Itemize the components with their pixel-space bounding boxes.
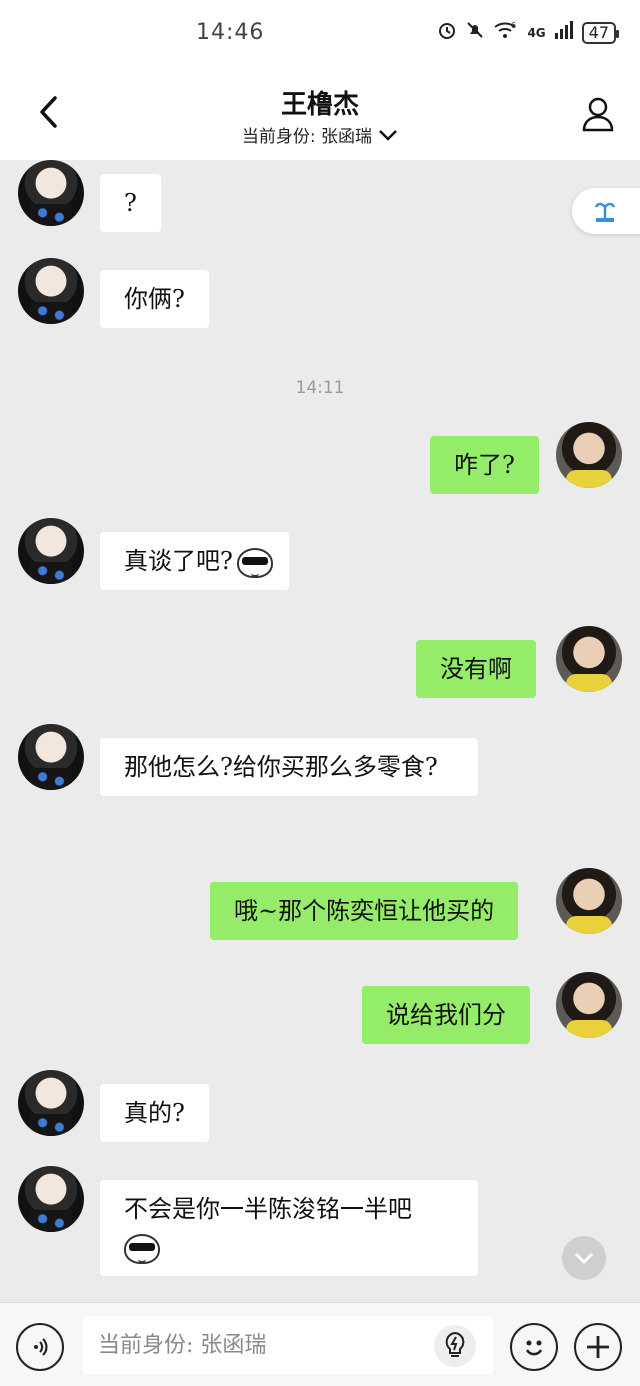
message-bubble-outgoing[interactable]: 咋了? [430, 436, 539, 494]
lightning-icon [445, 1331, 465, 1357]
scroll-to-bottom-button[interactable] [562, 1236, 606, 1280]
network-label: 4G [527, 25, 546, 40]
message-bubble-outgoing[interactable]: 哦~那个陈奕恒让他买的 [210, 882, 519, 940]
time-divider: 14:11 [295, 378, 345, 398]
my-avatar[interactable] [556, 626, 622, 692]
status-bar: 14:46 6 4G 47 [0, 0, 640, 70]
plus-icon [587, 1336, 609, 1358]
contact-avatar[interactable] [18, 258, 84, 324]
chevron-down-icon [574, 1252, 594, 1265]
profile-button[interactable] [578, 92, 618, 136]
signal-icon [554, 21, 574, 44]
sunglasses-emoji-icon [124, 1233, 160, 1264]
my-avatar[interactable] [556, 868, 622, 934]
contact-avatar[interactable] [18, 1166, 84, 1232]
contact-avatar[interactable] [18, 518, 84, 584]
fountain-icon [594, 202, 616, 222]
my-avatar[interactable] [556, 972, 622, 1038]
message-bubble-outgoing[interactable]: 没有啊 [416, 640, 536, 698]
wifi-badge: 6 [511, 21, 516, 30]
status-icons: 6 4G 47 [437, 20, 620, 45]
wifi-icon: 6 [493, 20, 519, 45]
emoji-button[interactable] [510, 1323, 558, 1371]
more-actions-button[interactable] [574, 1323, 622, 1371]
input-bar [0, 1302, 640, 1386]
person-icon [582, 97, 614, 132]
message-bubble-outgoing[interactable]: 说给我们分 [362, 986, 530, 1044]
mute-icon [465, 20, 485, 45]
alarm-icon [437, 20, 457, 45]
chat-header: 王橹杰 当前身份: 张函瑞 [0, 70, 640, 160]
message-bubble-incoming[interactable]: 你俩? [100, 270, 209, 328]
identity-switcher[interactable]: 当前身份: 张函瑞 [0, 122, 640, 147]
identity-label: 当前身份: 张函瑞 [241, 127, 373, 147]
contact-avatar[interactable] [18, 1070, 84, 1136]
quick-reply-button[interactable] [434, 1325, 476, 1367]
contact-avatar[interactable] [18, 160, 84, 226]
message-bubble-incoming[interactable]: 真的? [100, 1084, 209, 1142]
chevron-down-icon [379, 129, 397, 141]
message-bubble-incoming[interactable]: 那他怎么?给你买那么多零食? [100, 738, 478, 796]
voice-button[interactable] [16, 1323, 64, 1371]
message-bubble-incoming[interactable]: 真谈了吧? [100, 532, 289, 590]
floating-shortcut[interactable] [572, 188, 640, 234]
contact-avatar[interactable] [18, 724, 84, 790]
message-bubble-incoming[interactable]: ? [100, 174, 161, 232]
smiley-icon [525, 1340, 543, 1356]
status-time: 14:46 [196, 20, 265, 45]
voice-icon [34, 1338, 48, 1356]
battery-indicator: 47 [581, 21, 620, 44]
sunglasses-emoji-icon [236, 547, 273, 578]
message-input[interactable] [82, 1316, 494, 1374]
message-list[interactable]: ? 你俩? 14:11 咋了? 真谈了吧? 没有啊 那他怎么?给你买那么多零食?… [0, 160, 640, 1302]
chat-title: 王橹杰 [280, 90, 359, 120]
message-text: 真谈了吧? [124, 547, 233, 575]
message-text: 不会是你一半陈浚铭一半吧 [124, 1195, 412, 1223]
my-avatar[interactable] [556, 422, 622, 488]
message-bubble-incoming[interactable]: 不会是你一半陈浚铭一半吧 [100, 1180, 478, 1276]
